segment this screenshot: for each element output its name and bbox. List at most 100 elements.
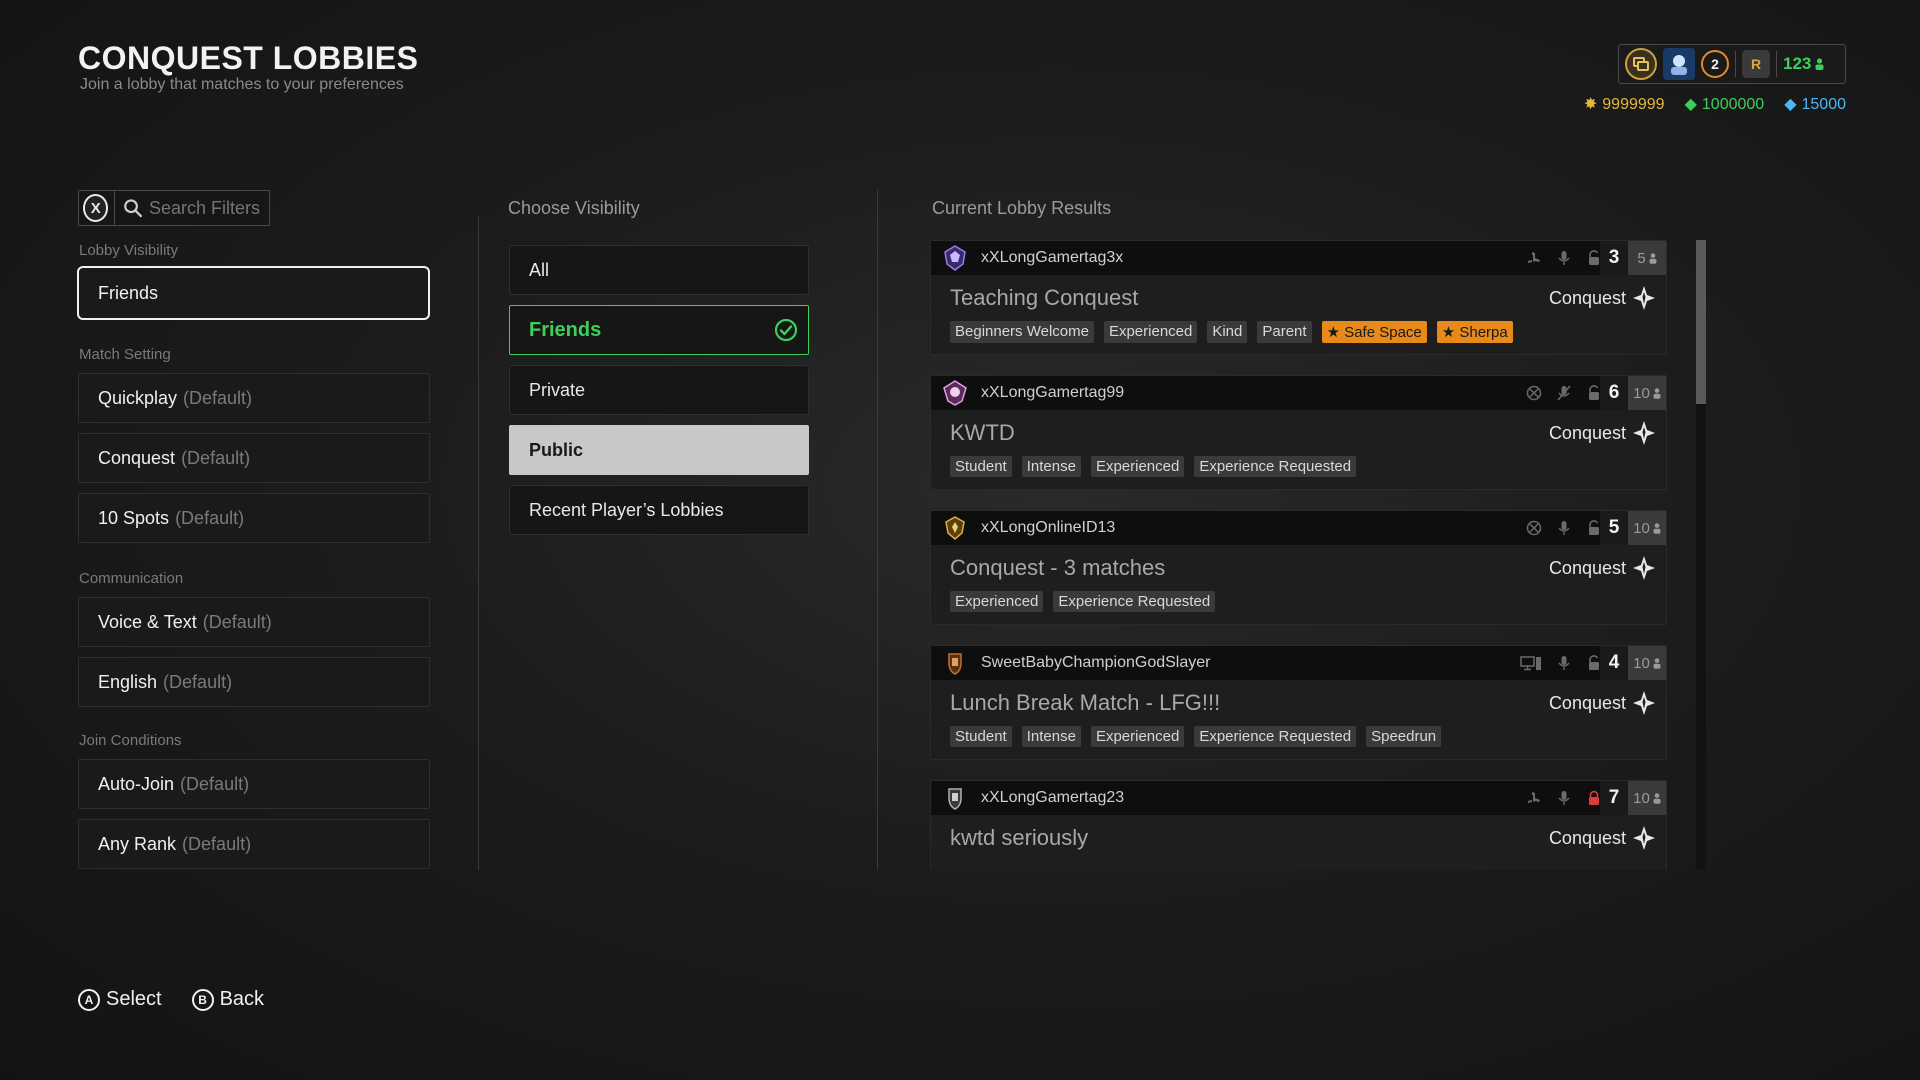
filter-spots[interactable]: 10 Spots (Default) xyxy=(78,493,430,543)
lobby-name: Lunch Break Match - LFG!!! xyxy=(950,690,1221,715)
lobby-results-list[interactable]: xXLongGamertag3x 3 5 Teaching Conquest C… xyxy=(930,240,1670,870)
rank-emblem-icon xyxy=(944,245,966,271)
tag: Intense xyxy=(1021,456,1081,477)
scrollbar-thumb[interactable] xyxy=(1696,240,1706,404)
rank-emblem-icon xyxy=(943,380,967,406)
footer-controls: A Select B Back xyxy=(78,988,264,1011)
game-mode: Conquest xyxy=(1549,825,1656,851)
search-filters[interactable]: X xyxy=(78,190,270,226)
filter-rank[interactable]: Any Rank (Default) xyxy=(78,819,430,869)
search-icon xyxy=(124,199,143,218)
lobby-card[interactable]: xXLongGamertag99 6 10 KWTD Conquest Stud… xyxy=(930,375,1667,490)
select-action[interactable]: A Select xyxy=(78,988,162,1011)
page-title: CONQUEST LOBBIES xyxy=(78,40,419,76)
avatar[interactable] xyxy=(1663,48,1695,80)
microphone-muted-icon xyxy=(1557,385,1571,401)
lobby-tags: Student Intense Experienced Experience R… xyxy=(950,726,1442,747)
divider xyxy=(1776,51,1777,77)
player-count: 6 10 xyxy=(1600,376,1666,410)
a-button-icon: A xyxy=(78,988,100,1011)
chat-icon[interactable] xyxy=(1625,48,1657,80)
page-subtitle: Join a lobby that matches to your prefer… xyxy=(80,76,404,93)
lobby-card[interactable]: xXLongOnlineID13 5 10 Conquest - 3 match… xyxy=(930,510,1667,625)
tag: Experience Requested xyxy=(1194,456,1357,477)
player-count: 4 10 xyxy=(1600,646,1666,680)
back-action[interactable]: B Back xyxy=(191,988,264,1011)
join-conditions-label: Join Conditions xyxy=(79,732,182,749)
gold-currency: ✸ 9999999 xyxy=(1583,96,1665,113)
microphone-icon xyxy=(1558,656,1570,670)
game-mode: Conquest xyxy=(1549,285,1656,311)
person-icon xyxy=(1653,387,1661,399)
lobby-name: Teaching Conquest xyxy=(950,285,1139,310)
player-count: 3 5 xyxy=(1600,241,1666,275)
search-input[interactable] xyxy=(149,197,269,219)
tag: Experienced xyxy=(1090,726,1185,747)
xbox-icon xyxy=(1526,520,1542,536)
conquest-icon xyxy=(1633,826,1655,850)
filter-conquest[interactable]: Conquest (Default) xyxy=(78,433,430,483)
person-icon xyxy=(1815,58,1824,70)
playstation-icon xyxy=(1528,792,1540,803)
filter-auto-join[interactable]: Auto-Join (Default) xyxy=(78,759,430,809)
person-icon xyxy=(1653,792,1661,804)
green-currency: ◆ 1000000 xyxy=(1684,96,1765,113)
tag: Experience Requested xyxy=(1194,726,1357,747)
visibility-option-recent[interactable]: Recent Player’s Lobbies xyxy=(509,485,809,535)
game-mode: Conquest xyxy=(1549,690,1656,716)
gem-currency: ◆ 15000 xyxy=(1784,96,1846,113)
gamertag: xXLongGamertag3x xyxy=(981,249,1124,266)
visibility-option-public[interactable]: Public xyxy=(509,425,809,475)
conquest-icon xyxy=(1633,421,1655,445)
lobby-name: kwtd seriously xyxy=(950,825,1089,850)
filter-quickplay[interactable]: Quickplay (Default) xyxy=(78,373,430,423)
lobby-tags: Experienced Experience Requested xyxy=(950,591,1216,612)
rank-emblem-icon xyxy=(948,653,962,675)
divider xyxy=(114,190,116,226)
currency-bar[interactable]: 2 R 123 xyxy=(1618,44,1846,84)
lobby-name: Conquest - 3 matches xyxy=(950,555,1166,580)
b-button-icon: B xyxy=(191,988,214,1011)
x-button-icon[interactable]: X xyxy=(83,194,109,222)
conquest-icon xyxy=(1633,286,1655,310)
check-circle-icon xyxy=(774,318,798,342)
filter-language[interactable]: English (Default) xyxy=(78,657,430,707)
lobby-name: KWTD xyxy=(950,420,1015,445)
tag: Experienced xyxy=(1103,321,1198,343)
conquest-icon xyxy=(1633,691,1655,715)
tag: Experienced xyxy=(1090,456,1185,477)
lobby-card[interactable]: xXLongGamertag3x 3 5 Teaching Conquest C… xyxy=(930,240,1667,355)
gamertag: xXLongOnlineID13 xyxy=(981,519,1116,536)
tag-featured: ★ Sherpa xyxy=(1436,321,1513,343)
wallet: ✸ 9999999 ◆ 1000000 ◆ 15000 xyxy=(1560,94,1846,114)
tag: Student xyxy=(950,456,1012,477)
filter-voice-text[interactable]: Voice & Text (Default) xyxy=(78,597,430,647)
player-count: 7 10 xyxy=(1600,781,1666,815)
lobby-card[interactable]: SweetBabyChampionGodSlayer 4 10 Lunch Br… xyxy=(930,645,1667,760)
rank-emblem-icon xyxy=(945,516,965,540)
gem-icon: ◆ xyxy=(1784,96,1797,113)
notification-badge[interactable]: 2 xyxy=(1701,50,1729,78)
game-mode: Conquest xyxy=(1549,420,1656,446)
column-divider xyxy=(478,216,479,870)
column-divider xyxy=(877,190,878,870)
gamertag: xXLongGamertag99 xyxy=(981,384,1125,401)
lobby-visibility-filter[interactable]: Friends xyxy=(77,266,430,320)
lobby-card[interactable]: xXLongGamertag23 7 10 kwtd seriously Con… xyxy=(930,780,1667,870)
visibility-option-private[interactable]: Private xyxy=(509,365,809,415)
person-icon xyxy=(1653,522,1661,534)
pc-icon xyxy=(1520,656,1541,671)
communication-label: Communication xyxy=(79,570,184,587)
visibility-option-friends[interactable]: Friends xyxy=(509,305,809,355)
lobby-visibility-label: Lobby Visibility xyxy=(79,242,178,259)
microphone-icon xyxy=(1558,791,1570,805)
microphone-icon xyxy=(1558,521,1570,535)
tag: Experienced xyxy=(950,591,1044,612)
player-count: 5 10 xyxy=(1600,511,1666,545)
person-icon xyxy=(1649,252,1657,264)
tag: Experience Requested xyxy=(1053,591,1216,612)
lobby-tags: Beginners Welcome Experienced Kind Paren… xyxy=(950,321,1513,343)
conquest-icon xyxy=(1633,556,1655,580)
visibility-option-all[interactable]: All xyxy=(509,245,809,295)
lobby-tags: Student Intense Experienced Experience R… xyxy=(950,456,1357,477)
